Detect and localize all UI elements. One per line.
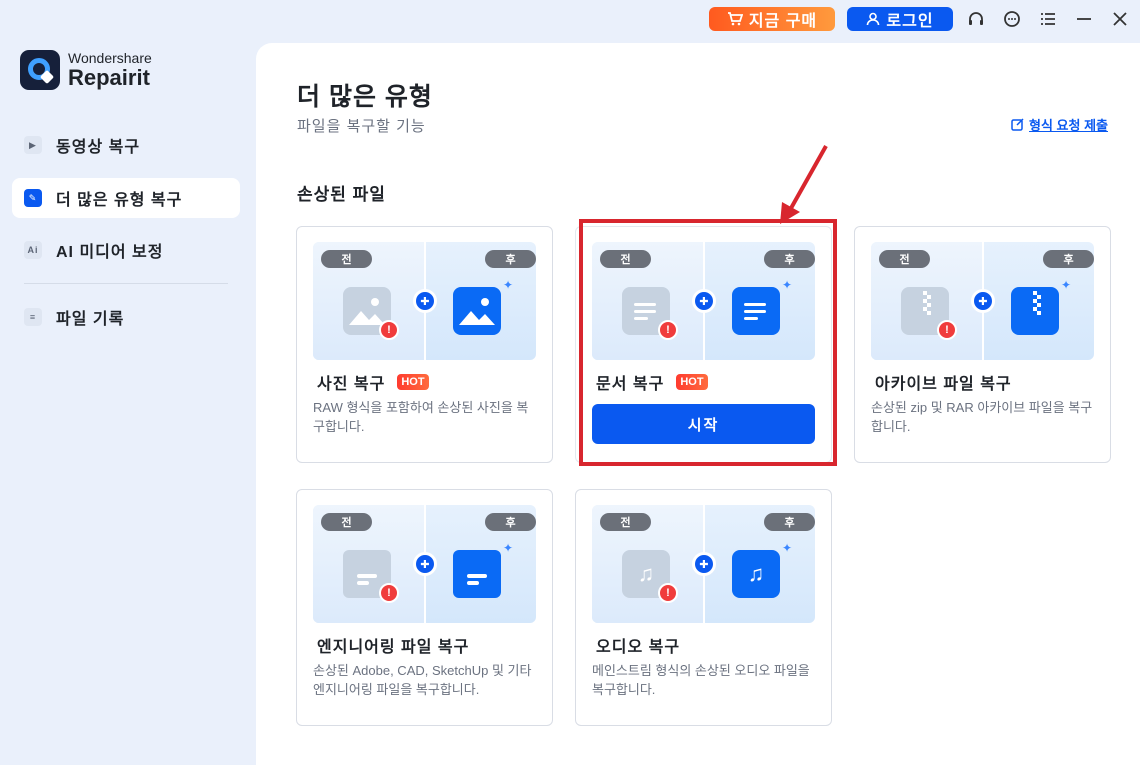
section-title: 손상된 파일 <box>297 185 386 204</box>
sidebar-divider <box>24 283 228 284</box>
brand-company: Wondershare <box>68 50 152 66</box>
image-icon <box>453 287 501 335</box>
repairit-logo-icon <box>20 50 60 90</box>
video-icon: ▶ <box>24 136 42 154</box>
highlight-box <box>579 219 837 466</box>
card-title-label: 엔지니어링 파일 복구 <box>317 639 470 656</box>
card-description: 메인스트림 형식의 손상된 오디오 파일을 복구합니다. <box>592 663 810 697</box>
archive-icon <box>1011 287 1059 335</box>
card-archive-repair[interactable]: 전 후 ! ✚ ✦ 아카이브 파일 복구 손상된 zip 및 RAR 아카이브 … <box>854 226 1111 463</box>
card-title: 엔지니어링 파일 복구 <box>317 633 469 657</box>
card-title: 아카이브 파일 복구 <box>875 370 1012 394</box>
card-description: 손상된 Adobe, CAD, SketchUp 및 기타 엔지니어링 파일을 … <box>313 663 532 697</box>
cart-icon <box>727 12 743 26</box>
close-icon[interactable] <box>1110 9 1130 29</box>
music-icon: ♫ <box>732 550 780 598</box>
edit-icon <box>1011 118 1024 131</box>
warning-icon: ! <box>379 320 399 340</box>
sparkle-icon: ✦ <box>782 541 793 555</box>
wrench-icon: ✚ <box>413 289 437 313</box>
warning-icon: ! <box>379 583 399 603</box>
brand-product: Repairit <box>68 65 150 90</box>
after-tag: 후 <box>485 513 536 531</box>
sidebar-item-label: 동영상 복구 <box>56 139 141 156</box>
minimize-icon[interactable] <box>1074 9 1094 29</box>
after-tag: 후 <box>485 250 536 268</box>
request-format-link[interactable]: 형식 요청 제출 <box>1011 115 1108 134</box>
buy-now-button[interactable]: 지금 구매 <box>709 7 835 31</box>
sidebar-item-file-history[interactable]: ≡ 파일 기록 <box>12 297 240 337</box>
page-subtitle: 파일을 복구할 기능 <box>297 118 426 135</box>
card-title-label: 사진 복구 <box>317 376 386 393</box>
sidebar-item-label: 더 많은 유형 복구 <box>56 192 183 209</box>
list-icon: ≡ <box>24 308 42 326</box>
wrench-icon: ✚ <box>413 552 437 576</box>
menu-icon[interactable] <box>1038 9 1058 29</box>
before-tag: 전 <box>600 513 651 531</box>
user-icon <box>867 12 880 26</box>
page-title: 더 많은 유형 <box>297 83 433 111</box>
sidebar-item-label: AI 미디어 보정 <box>56 244 164 261</box>
before-tag: 전 <box>879 250 930 268</box>
before-tag: 전 <box>321 250 372 268</box>
before-tag: 전 <box>321 513 372 531</box>
card-title: 사진 복구 HOT <box>317 370 429 394</box>
sparkle-icon: ✦ <box>503 278 514 292</box>
after-tag: 후 <box>1043 250 1094 268</box>
sidebar-item-label: 파일 기록 <box>56 311 125 328</box>
sidebar-item-video-repair[interactable]: ▶ 동영상 복구 <box>12 125 240 165</box>
sparkle-icon: ✦ <box>503 541 514 555</box>
headset-icon[interactable] <box>966 9 986 29</box>
card-description: 손상된 zip 및 RAR 아카이브 파일을 복구합니다. <box>871 400 1093 434</box>
buy-now-label: 지금 구매 <box>748 13 818 30</box>
card-photo-repair[interactable]: 전 후 ! ✚ ✦ 사진 복구 HOT RAW 형식을 포함하여 손상된 사진을… <box>296 226 553 463</box>
request-format-label: 형식 요청 제출 <box>1029 118 1108 133</box>
card-title: 오디오 복구 <box>596 633 680 657</box>
annotation-arrow-icon <box>780 145 828 224</box>
sidebar-item-ai-enhance[interactable]: Ai AI 미디어 보정 <box>12 230 240 270</box>
sidebar-item-more-types[interactable]: ✎ 더 많은 유형 복구 <box>12 178 240 218</box>
card-title-label: 아카이브 파일 복구 <box>875 376 1012 393</box>
wrench-icon: ✎ <box>24 189 42 207</box>
title-bar: 지금 구매 로그인 <box>0 0 1140 40</box>
after-tag: 후 <box>764 513 815 531</box>
card-engineering-repair[interactable]: 전 후 ! ✚ ✦ 엔지니어링 파일 복구 손상된 Adobe, CAD, Sk… <box>296 489 553 726</box>
warning-icon: ! <box>937 320 957 340</box>
sparkle-icon: ✦ <box>1061 278 1072 292</box>
before-after-preview: 전 후 ! ✚ ✦ <box>313 505 536 623</box>
chat-icon[interactable] <box>1002 9 1022 29</box>
before-after-preview: 전 후 ! ✚ ✦ <box>313 242 536 360</box>
card-description: RAW 형식을 포함하여 손상된 사진을 복구합니다. <box>313 400 529 434</box>
login-button[interactable]: 로그인 <box>847 7 953 31</box>
folder-icon <box>453 550 501 598</box>
wrench-icon: ✚ <box>971 289 995 313</box>
hot-badge: HOT <box>397 374 429 390</box>
app-logo: Wondershare Repairit <box>20 50 152 90</box>
card-audio-repair[interactable]: 전 후 ♫ ! ✚ ♫ ✦ 오디오 복구 메인스트림 형식의 손상된 오디오 파… <box>575 489 832 726</box>
before-after-preview: 전 후 ♫ ! ✚ ♫ ✦ <box>592 505 815 623</box>
login-label: 로그인 <box>886 13 934 30</box>
warning-icon: ! <box>658 583 678 603</box>
ai-icon: Ai <box>24 241 42 259</box>
card-title-label: 오디오 복구 <box>596 639 681 656</box>
before-after-preview: 전 후 ! ✚ ✦ <box>871 242 1094 360</box>
wrench-icon: ✚ <box>692 552 716 576</box>
